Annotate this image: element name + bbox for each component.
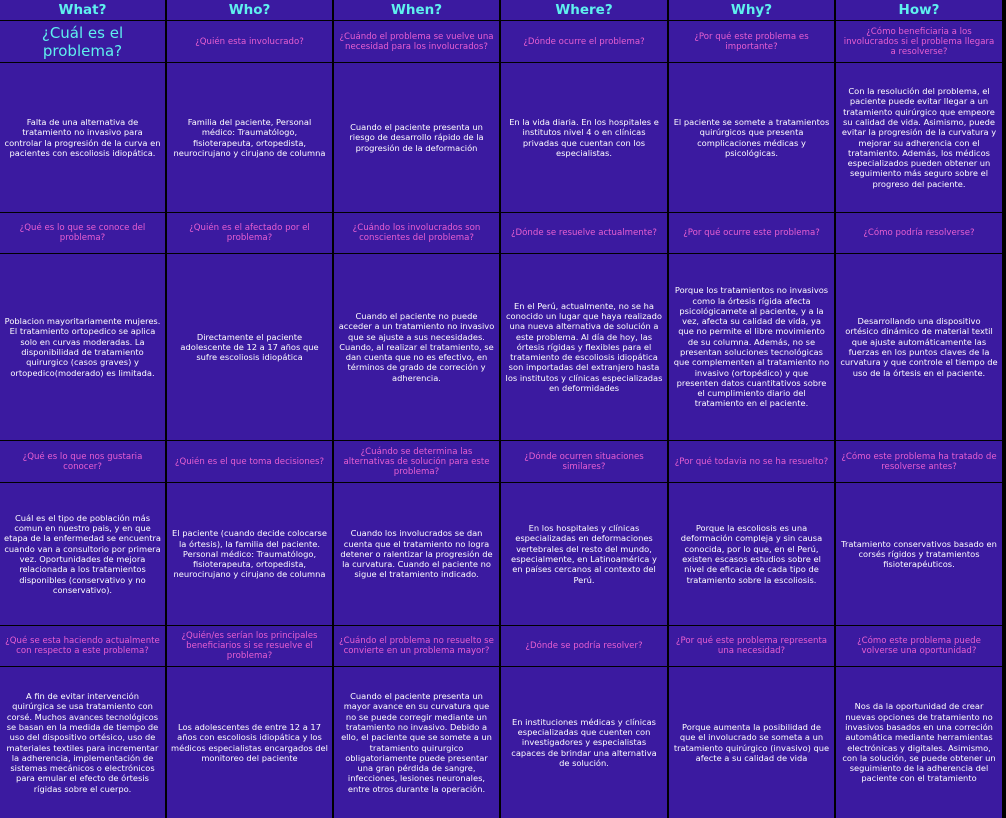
answer-cell: Tratamiento conservativos basado en cors… [836, 483, 1002, 625]
question-cell: ¿Qué es lo que se conoce del problema? [0, 213, 165, 253]
answer-cell: Porque aumenta la posibilidad de que el … [669, 667, 834, 818]
question-cell: ¿Quién esta involucrado? [167, 21, 332, 62]
question-cell: ¿Por qué todavia no se ha resuelto? [669, 441, 834, 482]
answer-cell: A fin de evitar intervención quirúrgica … [0, 667, 165, 818]
question-cell: ¿Cuál es el problema? [0, 21, 165, 62]
answer-cell: En los hospitales y clínicas especializa… [501, 483, 667, 625]
answer-cell: Familia del paciente, Personal médico: T… [167, 63, 332, 212]
answer-cell: Cuando los involucrados se dan cuenta qu… [334, 483, 499, 625]
answer-cell: Cuando el paciente presenta un riesgo de… [334, 63, 499, 212]
answer-cell: Porque la escoliosis es una deformación … [669, 483, 834, 625]
question-cell: ¿Por qué ocurre este problema? [669, 213, 834, 253]
answer-cell: Falta de una alternativa de tratamiento … [0, 63, 165, 212]
answer-cell: Cuál es el tipo de población más comun e… [0, 483, 165, 625]
question-cell: ¿Dónde se resuelve actualmente? [501, 213, 667, 253]
answer-cell: Los adolescentes de entre 12 a 17 años c… [167, 667, 332, 818]
header-when: When? [334, 0, 499, 20]
question-cell: ¿Cuándo se determina las alternativas de… [334, 441, 499, 482]
question-cell: ¿Qué se esta haciendo actualmente con re… [0, 626, 165, 666]
answer-cell: El paciente se somete a tratamientos qui… [669, 63, 834, 212]
question-cell: ¿Dónde ocurren situaciones similares? [501, 441, 667, 482]
question-cell: ¿Cómo este problema puede volverse una o… [836, 626, 1002, 666]
question-cell: ¿Qué es lo que nos gustaria conocer? [0, 441, 165, 482]
header-why: Why? [669, 0, 834, 20]
answer-cell: En instituciones médicas y clínicas espe… [501, 667, 667, 818]
question-cell: ¿Por qué este problema es importante? [669, 21, 834, 62]
answer-cell: Nos da la oportunidad de crear nuevas op… [836, 667, 1002, 818]
answer-cell: Cuando el paciente no puede acceder a un… [334, 254, 499, 440]
answer-cell: En la vida diaria. En los hospitales e i… [501, 63, 667, 212]
header-what: What? [0, 0, 165, 20]
question-cell: ¿Dónde se podría resolver? [501, 626, 667, 666]
answer-cell: El paciente (cuando decide colocarse la … [167, 483, 332, 625]
question-cell: ¿Quién es el que toma decisiones? [167, 441, 332, 482]
problem-definition-table: What? Who? When? Where? Why? How? ¿Cuál … [0, 0, 1006, 818]
question-cell: ¿Cuándo el problema no resuelto se convi… [334, 626, 499, 666]
question-cell: ¿Quién/es serían los principales benefic… [167, 626, 332, 666]
header-who: Who? [167, 0, 332, 20]
answer-cell: Con la resolución del problema, el pacie… [836, 63, 1002, 212]
answer-cell: Porque los tratamientos no invasivos com… [669, 254, 834, 440]
answer-cell: Poblacion mayoritariamente mujeres. El t… [0, 254, 165, 440]
question-cell: ¿Cómo este problema ha tratado de resolv… [836, 441, 1002, 482]
answer-cell: Desarrollando una dispositivo ortésico d… [836, 254, 1002, 440]
header-where: Where? [501, 0, 667, 20]
question-cell: ¿Cuándo el problema se vuelve una necesi… [334, 21, 499, 62]
question-cell: ¿Cuándo los involucrados son conscientes… [334, 213, 499, 253]
question-cell: ¿Cómo beneficiaria a los involucrados si… [836, 21, 1002, 62]
question-cell: ¿Dónde ocurre el problema? [501, 21, 667, 62]
question-cell: ¿Por qué este problema representa una ne… [669, 626, 834, 666]
question-cell: ¿Quién es el afectado por el problema? [167, 213, 332, 253]
header-how: How? [836, 0, 1002, 20]
answer-cell: Directamente el paciente adolescente de … [167, 254, 332, 440]
answer-cell: En el Perú, actualmente, no se ha conoci… [501, 254, 667, 440]
question-cell: ¿Cómo podría resolverse? [836, 213, 1002, 253]
answer-cell: Cuando el paciente presenta un mayor ava… [334, 667, 499, 818]
